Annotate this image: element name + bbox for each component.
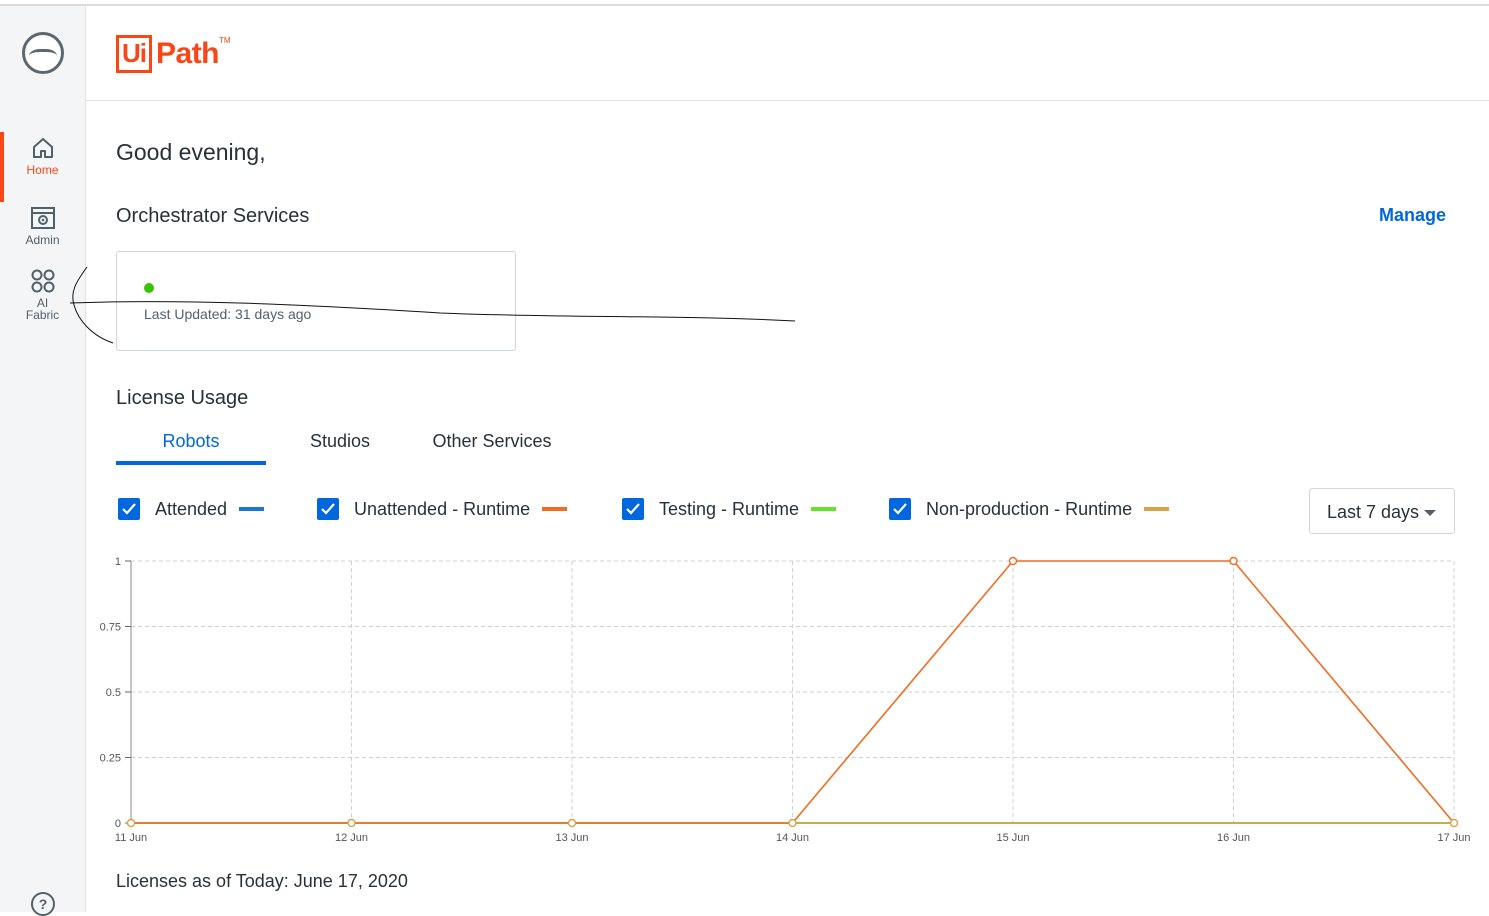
status-dot — [144, 283, 154, 293]
logo-path: Path — [156, 37, 220, 70]
checkbox-testing-runtime[interactable] — [622, 498, 644, 520]
legend-label: Testing - Runtime — [659, 498, 800, 519]
legend-testing-runtime[interactable]: Testing - Runtime — [622, 497, 837, 521]
y-tick-label: 0 — [115, 818, 121, 830]
checkbox-attended[interactable] — [118, 498, 140, 520]
y-tick-label: 0.25 — [100, 753, 121, 765]
last-updated-text: Last Updated: 31 days ago — [144, 306, 312, 322]
license-usage-title: License Usage — [116, 387, 249, 409]
data-point — [1449, 818, 1459, 828]
x-tick-label: 15 Jun — [996, 832, 1029, 844]
x-tick-label: 14 Jun — [776, 832, 809, 844]
tab-robots[interactable]: Robots — [116, 431, 266, 465]
x-tick-label: 17 Jun — [1437, 832, 1470, 844]
sidebar-item-label: Admin — [25, 233, 60, 247]
tab-studios[interactable]: Studios — [310, 431, 370, 461]
sidebar: Home Admin AI Fabric ? — [0, 6, 86, 916]
admin-settings-icon — [30, 207, 55, 229]
ai-fabric-icon — [31, 269, 54, 293]
data-point — [788, 818, 797, 828]
x-tick-label: 12 Jun — [335, 832, 368, 844]
chevron-down-icon — [1424, 510, 1436, 516]
x-tick-label: 13 Jun — [555, 832, 588, 844]
sidebar-item-admin[interactable]: Admin — [0, 206, 85, 247]
legend-label: Unattended - Runtime — [354, 498, 531, 519]
checkmark-icon — [893, 503, 907, 515]
legend-swatch — [239, 507, 265, 511]
legend-label: Attended — [155, 498, 228, 519]
date-range-select[interactable]: Last 7 days — [1309, 488, 1455, 534]
data-point — [347, 818, 356, 828]
header: Ui Path TM — [86, 6, 1489, 101]
legend-unattended-runtime[interactable]: Unattended - Runtime — [317, 497, 568, 521]
avatar[interactable] — [22, 32, 64, 74]
manage-link[interactable]: Manage — [1379, 205, 1446, 226]
x-tick-label: 16 Jun — [1217, 832, 1250, 844]
greeting: Good evening, — [116, 139, 266, 165]
legend-attended[interactable]: Attended — [118, 497, 265, 521]
checkmark-icon — [626, 503, 640, 515]
logo-trademark: TM — [219, 36, 231, 45]
main-content: Good evening, Orchestrator Services Mana… — [86, 101, 1489, 912]
checkbox-non-production-runtime[interactable] — [889, 498, 911, 520]
licenses-as-of-today: Licenses as of Today: June 17, 2020 — [116, 871, 408, 891]
y-tick-label: 1 — [115, 556, 121, 568]
home-icon — [32, 138, 53, 158]
legend-swatch — [542, 507, 568, 511]
legend-non-production-runtime[interactable]: Non-production - Runtime — [889, 497, 1170, 521]
x-tick-label: 11 Jun — [115, 832, 147, 844]
legend-label: Non-production - Runtime — [926, 498, 1133, 519]
legend-swatch — [1144, 507, 1170, 511]
date-range-value: Last 7 days — [1327, 502, 1420, 522]
sidebar-item-label: Home — [26, 163, 59, 177]
checkmark-icon — [122, 503, 136, 515]
checkmark-icon — [321, 503, 335, 515]
checkbox-unattended-runtime[interactable] — [317, 498, 339, 520]
data-point — [1008, 556, 1018, 566]
data-point — [567, 818, 577, 828]
service-card[interactable]: Last Updated: 31 days ago — [116, 251, 516, 351]
data-point — [1229, 556, 1238, 566]
legend-swatch — [811, 507, 837, 511]
logo-ui: Ui — [116, 35, 152, 73]
license-usage-chart: 0 0.25 0.5 0.75 1 11 Jun 12 Jun 13 Jun 14 Jun 15 … — [100, 556, 1471, 844]
sidebar-item-ai-fabric[interactable]: AI Fabric — [0, 268, 85, 321]
help-icon[interactable]: ? — [31, 892, 55, 916]
y-tick-label: 0.5 — [106, 687, 121, 699]
sidebar-item-home[interactable]: Home — [0, 132, 85, 202]
tab-other-services[interactable]: Other Services — [431, 431, 553, 461]
data-point — [126, 818, 136, 828]
uipath-logo[interactable]: Ui Path TM — [116, 34, 231, 74]
orchestrator-services-title: Orchestrator Services — [116, 205, 310, 227]
sidebar-item-label: Fabric — [25, 308, 60, 322]
y-tick-label: 0.75 — [100, 622, 121, 634]
